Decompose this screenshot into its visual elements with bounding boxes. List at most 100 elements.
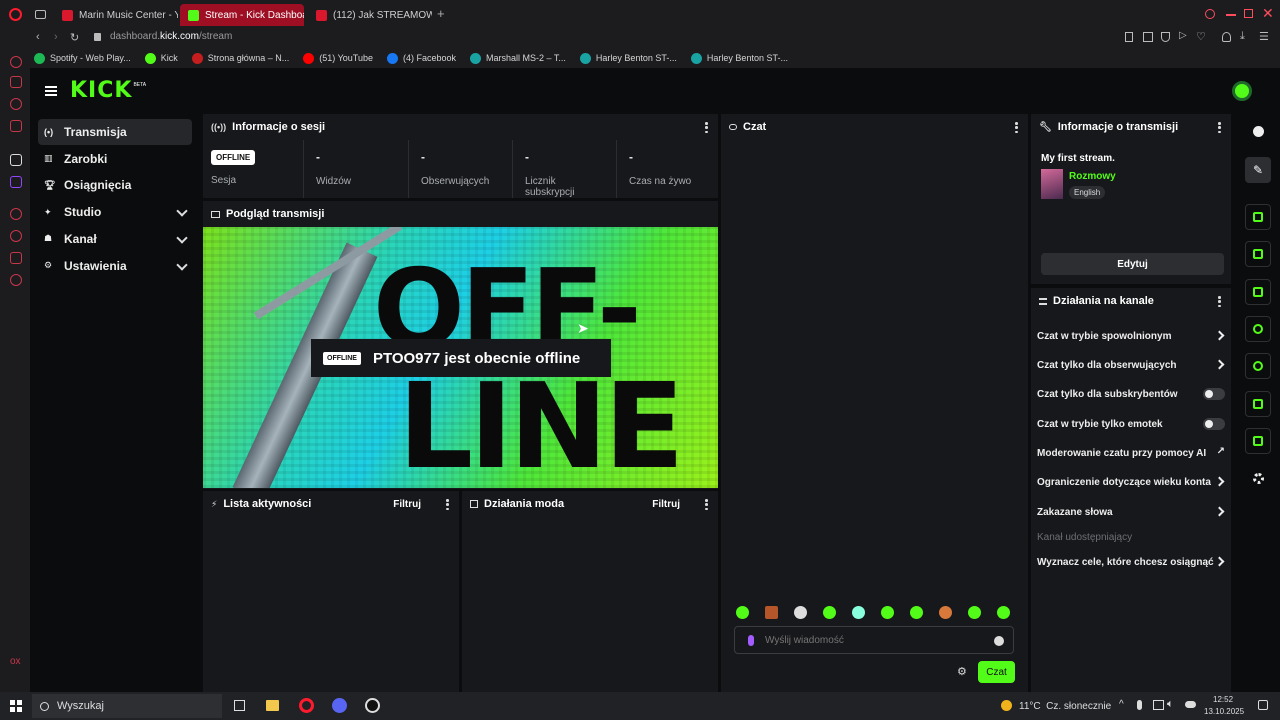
- opera-logo-icon[interactable]: [9, 8, 22, 21]
- search-icon[interactable]: [1205, 9, 1215, 19]
- obs-icon[interactable]: [365, 698, 380, 713]
- tab-kick-dashboard[interactable]: Stream - Kick Dashboard: [180, 4, 304, 26]
- new-tab-button[interactable]: +: [437, 6, 445, 21]
- nav-item-chart[interactable]: ▥ Zarobki: [38, 146, 192, 172]
- settings-icon[interactable]: [10, 274, 22, 286]
- channel-action-row[interactable]: Ograniczenie dotyczące wieku konta: [1037, 471, 1227, 493]
- opera-taskbar-icon[interactable]: [299, 698, 314, 713]
- emote-icon[interactable]: [881, 606, 894, 619]
- task-view-icon[interactable]: [234, 700, 245, 711]
- emote-icon[interactable]: [968, 606, 981, 619]
- channel-action-row[interactable]: Czat tylko dla subskrybentów: [1037, 383, 1227, 405]
- bookmark-item[interactable]: Harley Benton ST-...: [579, 52, 677, 64]
- tray-chevron-icon[interactable]: ^: [1119, 699, 1124, 710]
- bookmark-item[interactable]: (51) YouTube: [303, 52, 373, 64]
- pencil-icon[interactable]: ✎: [1245, 157, 1271, 183]
- emote-icon[interactable]: [765, 606, 778, 619]
- lightning-icon[interactable]: [1245, 241, 1271, 267]
- more-options-icon[interactable]: [1015, 122, 1018, 133]
- bookmark-item[interactable]: Kick: [144, 52, 178, 64]
- more-options-icon[interactable]: [1218, 122, 1221, 133]
- channel-action-row[interactable]: Zakazane słowa: [1037, 501, 1227, 523]
- minimize-button[interactable]: [1226, 14, 1236, 16]
- tab-marin-music[interactable]: Marin Music Center - You: [54, 4, 178, 26]
- reload-icon[interactable]: ↻: [70, 31, 79, 44]
- add-widget-icon[interactable]: [1253, 473, 1264, 484]
- snapshot-icon[interactable]: [1143, 32, 1153, 42]
- edit-button[interactable]: Edytuj: [1041, 253, 1224, 275]
- notifications-icon[interactable]: [1258, 700, 1268, 710]
- goals-row[interactable]: Wyznacz cele, które chcesz osiągnąć: [1037, 551, 1227, 573]
- nav-item-studio[interactable]: ✦ Studio: [38, 199, 192, 225]
- volume-icon[interactable]: 🔈︎: [1167, 698, 1174, 711]
- nav-item-trophy[interactable]: 🏆︎ Osiągnięcia: [38, 172, 192, 198]
- download-icon[interactable]: ⤓: [1240, 30, 1245, 43]
- discord-icon[interactable]: [332, 698, 347, 713]
- capture-icon[interactable]: [1245, 204, 1271, 230]
- shield-icon[interactable]: [1161, 32, 1170, 42]
- bookmark-item[interactable]: (4) Facebook: [386, 52, 456, 64]
- toggle-switch[interactable]: [1203, 418, 1225, 430]
- toggle-switch[interactable]: [1203, 388, 1225, 400]
- more-icon[interactable]: ox: [10, 656, 21, 667]
- kick-logo[interactable]: KICK BETA: [70, 78, 146, 103]
- kick-sidebar-icon[interactable]: [10, 154, 22, 166]
- taskbar-search[interactable]: Wyszukaj: [32, 694, 222, 718]
- chat-settings-icon[interactable]: ⚙: [957, 665, 967, 678]
- heart-icon[interactable]: ♡: [1196, 30, 1206, 43]
- mic-tray-icon[interactable]: [1137, 700, 1142, 710]
- bookmark-item[interactable]: Harley Benton ST-...: [690, 52, 788, 64]
- close-button[interactable]: ✕: [1262, 5, 1274, 22]
- wrench-icon[interactable]: [1245, 428, 1271, 454]
- forward-icon[interactable]: ›: [54, 31, 58, 43]
- aria-icon[interactable]: [10, 56, 22, 68]
- document-icon[interactable]: [1245, 279, 1271, 305]
- tab-jak-streamowac[interactable]: (112) Jak STREAMOWAĆ: [308, 4, 432, 26]
- nav-item-gear[interactable]: ⚙ Ustawienia: [38, 253, 192, 279]
- file-explorer-icon[interactable]: [266, 700, 279, 711]
- hamburger-menu-icon[interactable]: [45, 86, 57, 96]
- back-icon[interactable]: ‹: [36, 31, 40, 43]
- more-options-icon[interactable]: [705, 122, 708, 133]
- more-options-icon[interactable]: [446, 499, 449, 510]
- onedrive-icon[interactable]: [1185, 701, 1196, 708]
- restore-button[interactable]: [1244, 9, 1253, 18]
- twitch-icon[interactable]: [10, 176, 22, 188]
- clock-time[interactable]: 12:52: [1213, 695, 1233, 704]
- crypto-wallet-icon[interactable]: [10, 76, 22, 88]
- tab-switcher-icon[interactable]: [35, 10, 46, 19]
- emote-icon[interactable]: [910, 606, 923, 619]
- chat-input-box[interactable]: [734, 626, 1014, 654]
- bookmark-item[interactable]: Strona główna – N...: [191, 52, 289, 64]
- emote-icon[interactable]: [794, 606, 807, 619]
- category-link[interactable]: Rozmowy: [1069, 171, 1116, 182]
- url-field[interactable]: dashboard.kick.com/stream: [110, 31, 232, 42]
- player-icon[interactable]: [10, 208, 22, 220]
- info-icon[interactable]: [1253, 126, 1264, 137]
- clock-date[interactable]: 13.10.2025: [1204, 707, 1244, 716]
- messenger-icon[interactable]: [10, 98, 22, 110]
- emote-icon[interactable]: [823, 606, 836, 619]
- menu-icon[interactable]: ☰: [1259, 30, 1269, 43]
- instagram-icon[interactable]: [10, 120, 22, 132]
- extensions-icon[interactable]: [10, 252, 22, 264]
- channel-action-row[interactable]: Czat w trybie tylko emotek: [1037, 413, 1227, 435]
- avatar[interactable]: [1232, 81, 1252, 101]
- pin-icon[interactable]: [1125, 32, 1133, 42]
- weather-text[interactable]: 11°C Cz. słonecznie: [1019, 701, 1111, 712]
- channel-action-row[interactable]: Czat tylko dla obserwujących: [1037, 354, 1227, 376]
- emote-icon[interactable]: [939, 606, 952, 619]
- channel-action-row[interactable]: Moderowanie czatu przy pomocy AI ↗: [1037, 442, 1227, 464]
- emoji-icon[interactable]: [994, 636, 1004, 646]
- filter-button[interactable]: Filtruj: [652, 499, 680, 510]
- nav-item-broadcast[interactable]: (•) Transmisja: [38, 119, 192, 145]
- emote-icon[interactable]: [997, 606, 1010, 619]
- channel-action-row[interactable]: Czat w trybie spowolnionym: [1037, 325, 1227, 347]
- chat-send-button[interactable]: Czat: [978, 661, 1015, 683]
- more-options-icon[interactable]: [705, 499, 708, 510]
- windows-start-icon[interactable]: [10, 700, 22, 712]
- profile-icon[interactable]: [1222, 32, 1231, 42]
- emote-icon[interactable]: [852, 606, 865, 619]
- chat-message-input[interactable]: [765, 633, 985, 647]
- chat-icon[interactable]: [1245, 316, 1271, 342]
